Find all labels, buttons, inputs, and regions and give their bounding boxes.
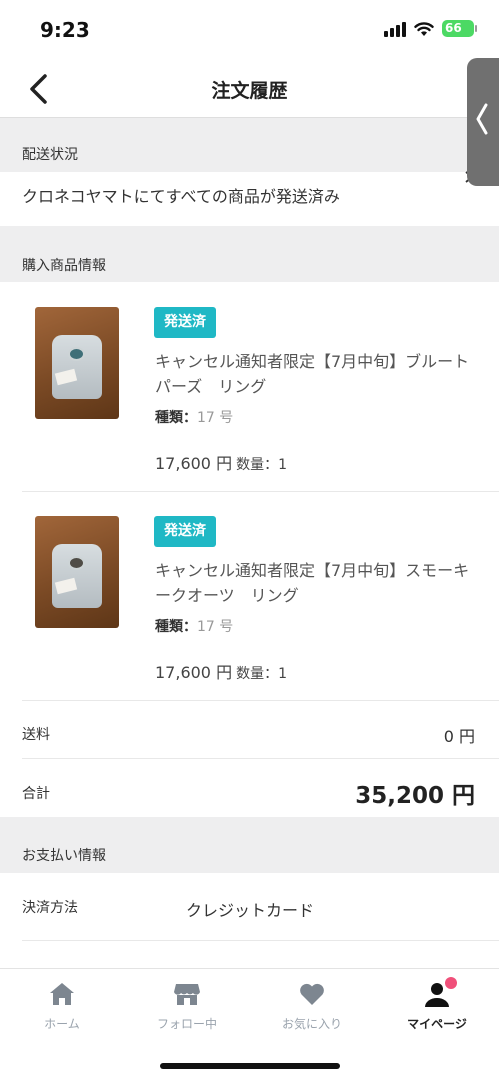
tab-favorites[interactable]: お気に入り [250, 981, 374, 1032]
status-bar: 9:23 66 [0, 0, 499, 60]
heart-icon [300, 983, 324, 1005]
product-name: キャンセル通知者限定【7月中旬】スモーキークオーツ リング [155, 561, 470, 605]
product-price: 17,600 円数量：1 [155, 454, 287, 473]
home-icon [50, 983, 74, 1005]
payment-method-value: クレジットカード [186, 901, 315, 920]
product-variant: 種類：17 号 [155, 619, 234, 635]
section-header-shipping: 配送状況 [0, 118, 499, 172]
signal-icon [384, 21, 406, 37]
shipping-fee-label: 送料 [22, 727, 50, 743]
home-indicator [160, 1063, 340, 1069]
tab-mypage[interactable]: マイページ [375, 977, 499, 1032]
total-label: 合計 [22, 786, 50, 802]
product-quantity: 数量：1 [236, 457, 287, 473]
status-badge: 発送済 [154, 307, 216, 338]
section-header-purchase: 購入商品情報 [0, 226, 499, 282]
product-name: キャンセル通知者限定【7月中旬】ブルートパーズ リング [155, 352, 470, 396]
divider [22, 700, 499, 701]
chevron-left-icon [476, 103, 488, 135]
product-item[interactable]: 発送済 キャンセル通知者限定【7月中旬】スモーキークオーツ リング 種類：17 … [0, 492, 499, 700]
payment-method-label: 決済方法 [22, 900, 78, 916]
shipping-status-text[interactable]: クロネコヤマトにてすべての商品が発送済み [22, 183, 340, 207]
product-price: 17,600 円数量：1 [155, 663, 287, 682]
section-header-payment: お支払い情報 [0, 817, 499, 873]
product-variant: 種類：17 号 [155, 410, 234, 426]
page-title: 注文履歴 [211, 80, 288, 102]
tab-following[interactable]: フォロー中 [125, 981, 249, 1032]
tab-home[interactable]: ホーム [0, 981, 124, 1032]
store-icon [174, 984, 200, 1005]
nav-bar: 注文履歴 [0, 60, 499, 118]
notification-dot [445, 977, 457, 989]
total-value: 35,200 円 [355, 783, 475, 809]
divider [22, 758, 499, 759]
side-drawer-handle[interactable] [467, 58, 499, 186]
battery-icon: 66 [442, 20, 474, 37]
status-badge: 発送済 [154, 516, 216, 547]
status-icons: 66 [384, 20, 477, 37]
divider [22, 940, 499, 941]
shipping-fee-value: 0 円 [443, 727, 475, 746]
product-image [35, 516, 119, 628]
product-item[interactable]: 発送済 キャンセル通知者限定【7月中旬】ブルートパーズ リング 種類：17 号 … [0, 283, 499, 491]
product-image [35, 307, 119, 419]
product-quantity: 数量：1 [236, 666, 287, 682]
status-time: 9:23 [40, 18, 90, 42]
wifi-icon [414, 21, 434, 36]
